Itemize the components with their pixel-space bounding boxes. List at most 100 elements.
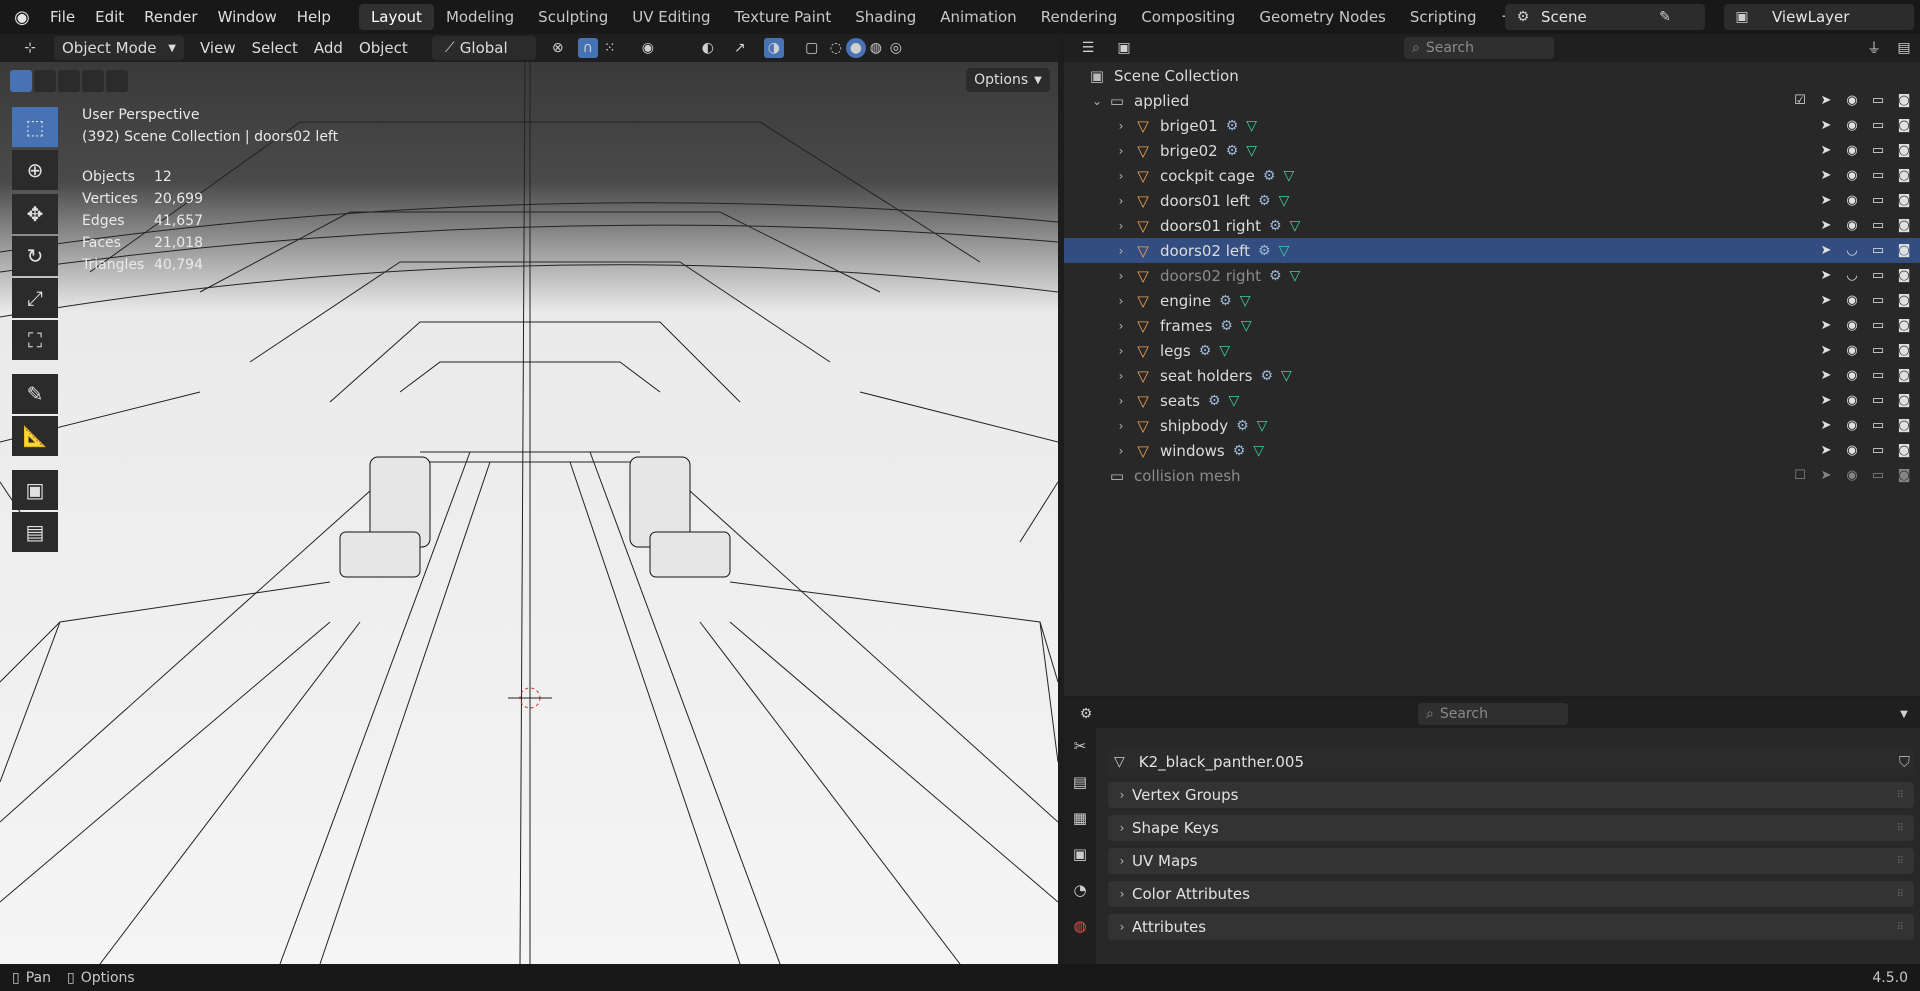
menu-file[interactable]: File [40,0,85,34]
mesh-data-icon[interactable]: ▽ [1281,368,1292,384]
add-cube-tool-icon[interactable]: ▣ [12,470,58,510]
tool-tab-icon[interactable]: ✂ [1064,728,1096,764]
object-row[interactable]: › ▽ doors02 right ⚙ ▽ ➤ ◡ ▭ ◙ [1064,263,1920,288]
transform-orientation-selector[interactable]: ⟋ Global [431,36,536,60]
snap-target-icon[interactable]: ⁙ [600,38,620,58]
chevron-right-icon[interactable]: › [1114,244,1128,258]
drag-handle-icon[interactable]: ⠿ [1897,823,1904,834]
monitor-icon[interactable]: ▭ [1868,443,1888,458]
select-arrow-icon[interactable]: ➤ [1816,318,1836,333]
chevron-right-icon[interactable]: › [1114,344,1128,358]
mesh-data-icon[interactable]: ▽ [1279,243,1290,259]
menu-select[interactable]: Select [244,36,306,60]
camera-icon[interactable]: ◙ [1894,293,1914,308]
object-row[interactable]: › ▽ brige01 ⚙ ▽ ➤ ◉ ▭ ◙ [1064,113,1920,138]
select-arrow-icon[interactable]: ➤ [1816,418,1836,433]
monitor-icon[interactable]: ▭ [1868,368,1888,383]
object-row[interactable]: › ▽ engine ⚙ ▽ ➤ ◉ ▭ ◙ [1064,288,1920,313]
modifier-icon[interactable]: ⚙ [1258,243,1271,259]
select-arrow-icon[interactable]: ➤ [1816,243,1836,258]
eye-icon[interactable]: ◉ [1842,393,1862,408]
select-invert-icon[interactable] [82,70,104,92]
chevron-right-icon[interactable]: › [1114,444,1128,458]
chevron-down-icon[interactable]: ⌄ [1090,94,1104,108]
object-row[interactable]: › ▽ doors01 right ⚙ ▽ ➤ ◉ ▭ ◙ [1064,213,1920,238]
monitor-icon[interactable]: ▭ [1868,218,1888,233]
select-arrow-icon[interactable]: ➤ [1816,268,1836,283]
mesh-data-icon[interactable]: ▽ [1283,168,1294,184]
fake-user-icon[interactable]: ⛉ [1899,753,1910,771]
object-row[interactable]: › ▽ doors02 left ⚙ ▽ ➤ ◡ ▭ ◙ [1064,238,1920,263]
object-row[interactable]: › ▽ seat holders ⚙ ▽ ➤ ◉ ▭ ◙ [1064,363,1920,388]
chevron-right-icon[interactable]: › [1114,394,1128,408]
filter-icon[interactable]: ⏚ [1864,38,1884,58]
panel-uv-maps[interactable]: › UV Maps ⠿ [1108,848,1914,874]
camera-icon[interactable]: ◙ [1894,468,1914,483]
modifier-icon[interactable]: ⚙ [1233,443,1246,459]
drag-handle-icon[interactable]: ⠿ [1897,922,1904,933]
select-arrow-icon[interactable]: ➤ [1816,168,1836,183]
menu-add[interactable]: Add [306,36,351,60]
measure-tool-icon[interactable]: 📐 [12,416,58,456]
editor-type-icon[interactable]: ⚙ [1076,704,1096,724]
select-arrow-icon[interactable]: ➤ [1816,93,1836,108]
monitor-icon[interactable]: ▭ [1868,168,1888,183]
tab-compositing[interactable]: Compositing [1129,4,1247,30]
tab-modeling[interactable]: Modeling [434,4,526,30]
editor-type-icon[interactable]: ⊹ [20,38,40,58]
display-mode-icon[interactable]: ▣ [1114,38,1134,58]
checkbox-icon[interactable]: ☐ [1790,468,1810,483]
tab-scripting[interactable]: Scripting [1398,4,1489,30]
shading-solid-icon[interactable]: ● [845,38,866,58]
scene-tab-icon[interactable]: ◔ [1064,872,1096,908]
camera-icon[interactable]: ◙ [1894,343,1914,358]
chevron-right-icon[interactable]: › [1114,294,1128,308]
camera-icon[interactable]: ◙ [1894,368,1914,383]
modifier-icon[interactable]: ⚙ [1258,193,1271,209]
render-tab-icon[interactable]: ▤ [1064,764,1096,800]
chevron-right-icon[interactable]: › [1114,194,1128,208]
shading-rendered-icon[interactable]: ◎ [886,38,906,58]
tab-uv-editing[interactable]: UV Editing [620,4,722,30]
chevron-right-icon[interactable]: › [1114,319,1128,333]
tree-root[interactable]: ▣ Scene Collection [1064,63,1920,88]
menu-window[interactable]: Window [208,0,287,34]
chevron-right-icon[interactable]: › [1114,219,1128,233]
view-layer-tab-icon[interactable]: ▣ [1064,836,1096,872]
proportional-edit-icon[interactable]: ◉ [638,38,658,58]
xray-icon[interactable]: ▢ [802,38,822,58]
select-arrow-icon[interactable]: ➤ [1816,293,1836,308]
panel-shape-keys[interactable]: › Shape Keys ⠿ [1108,815,1914,841]
select-box-tool-icon[interactable]: ⬚ [12,107,58,147]
chevron-right-icon[interactable]: › [1114,119,1128,133]
eye-icon[interactable]: ◉ [1842,468,1862,483]
object-row[interactable]: › ▽ frames ⚙ ▽ ➤ ◉ ▭ ◙ [1064,313,1920,338]
viewport-options-button[interactable]: Options ▼ [966,68,1050,92]
mesh-data-field[interactable]: ▽ K2_black_panther.005 ⛉ [1108,749,1914,775]
mesh-data-icon[interactable]: ▽ [1219,343,1230,359]
shading-wireframe-icon[interactable]: ◌ [826,38,846,58]
object-row[interactable]: › ▽ doors01 left ⚙ ▽ ➤ ◉ ▭ ◙ [1064,188,1920,213]
move-tool-icon[interactable]: ✥ [12,194,58,234]
mesh-data-icon[interactable]: ▽ [1253,443,1264,459]
camera-icon[interactable]: ◙ [1894,318,1914,333]
eye-icon[interactable]: ◉ [1842,143,1862,158]
shading-material-icon[interactable]: ◍ [866,38,886,58]
chevron-right-icon[interactable]: › [1114,269,1128,283]
modifier-icon[interactable]: ⚙ [1220,318,1233,334]
output-tab-icon[interactable]: ▦ [1064,800,1096,836]
panel-color-attributes[interactable]: › Color Attributes ⠿ [1108,881,1914,907]
menu-object[interactable]: Object [351,36,416,60]
select-intersect-icon[interactable] [106,70,128,92]
monitor-icon[interactable]: ▭ [1868,343,1888,358]
camera-icon[interactable]: ◙ [1894,393,1914,408]
tab-animation[interactable]: Animation [928,4,1028,30]
modifier-icon[interactable]: ⚙ [1199,343,1212,359]
eye-icon[interactable]: ◉ [1842,193,1862,208]
chevron-right-icon[interactable]: › [1114,144,1128,158]
mesh-data-icon[interactable]: ▽ [1241,318,1252,334]
select-arrow-icon[interactable]: ➤ [1816,143,1836,158]
monitor-icon[interactable]: ▭ [1868,193,1888,208]
pin-icon[interactable]: ✎ [1655,7,1675,27]
object-row[interactable]: › ▽ brige02 ⚙ ▽ ➤ ◉ ▭ ◙ [1064,138,1920,163]
